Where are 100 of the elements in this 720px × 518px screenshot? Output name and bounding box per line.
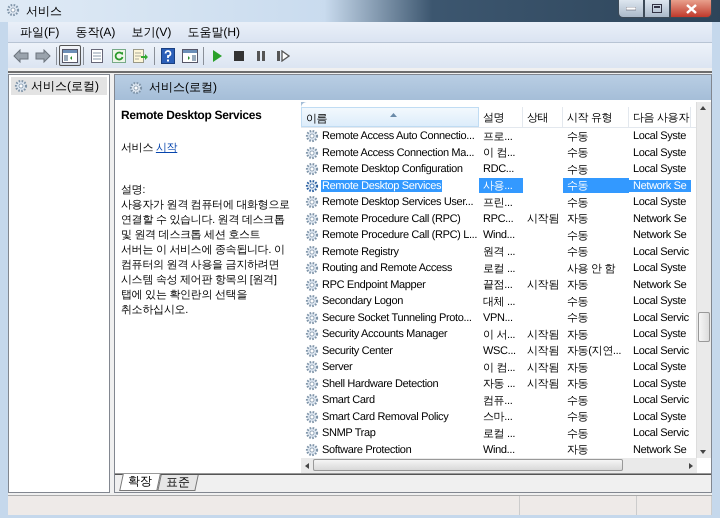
- table-cell-text: Network Se: [632, 212, 688, 225]
- service-row[interactable]: RPC Endpoint Mapper 끝점... 시작됨 자동 Network Se: [301, 276, 696, 293]
- gear-icon: [305, 146, 319, 160]
- table-cell: Remote Access Auto Connectio...: [321, 130, 476, 142]
- vertical-scrollbar[interactable]: [696, 102, 711, 458]
- gear-icon: [305, 129, 319, 144]
- table-cell: 수동: [563, 178, 629, 194]
- service-row[interactable]: Remote Registry 원격 ... 수동 Local Servic: [301, 244, 696, 260]
- column-header[interactable]: 다음 사용자: [629, 107, 691, 127]
- table-cell-text: 스마...: [482, 410, 514, 424]
- table-cell: Remote Procedure Call (RPC): [321, 212, 462, 225]
- table-cell-text: 수동: [566, 228, 590, 243]
- service-row[interactable]: Remote Desktop Configuration RDC... 수동 Local Syste: [301, 161, 696, 178]
- gear-icon: [6, 2, 20, 16]
- table-cell: Shell Hardware Detection: [321, 378, 440, 390]
- list-icon[interactable]: [90, 48, 104, 62]
- table-cell-text: 시작됨: [526, 212, 560, 226]
- view-tab[interactable]: 확장: [119, 474, 161, 491]
- table-cell: Network Se: [629, 180, 691, 192]
- close-button[interactable]: [670, 0, 712, 18]
- column-header[interactable]: 상태: [523, 107, 563, 127]
- table-cell: Remote Access Connection Ma...: [321, 146, 476, 159]
- service-row[interactable]: Remote Procedure Call (RPC) RPC... 시작됨 자동 Network Se: [301, 210, 696, 227]
- tree-toggle-icon[interactable]: [62, 48, 78, 62]
- scrollbar-thumb[interactable]: [698, 312, 710, 342]
- table-cell-text: 이 서...: [482, 328, 516, 342]
- service-row[interactable]: Secondary Logon 대체 ... 수동 Local Syste: [301, 293, 696, 310]
- minimize-button[interactable]: [618, 0, 644, 18]
- window-title: 서비스: [26, 2, 62, 20]
- gear-icon: [305, 344, 319, 358]
- forward-arrow-icon[interactable]: [35, 48, 51, 62]
- service-row[interactable]: Remote Access Auto Connectio... 프로... 수동 Local Syste: [301, 128, 696, 144]
- gear-icon: [305, 310, 319, 325]
- maximize-icon: [652, 4, 662, 13]
- table-cell: RPC Endpoint Mapper: [321, 278, 426, 291]
- menu-item[interactable]: 파일(F): [12, 24, 68, 40]
- stop-icon[interactable]: [233, 50, 245, 62]
- service-row[interactable]: Server 이 컴... 시작됨 자동 Local Syste: [301, 359, 696, 376]
- gear-icon: [305, 212, 319, 226]
- gear-icon: [305, 195, 319, 210]
- table-cell-text: 로컬 ...: [482, 426, 516, 441]
- table-cell-text: Local Syste: [632, 410, 688, 423]
- table-cell: Remote Desktop Configuration: [321, 163, 464, 176]
- restart-icon[interactable]: [276, 50, 290, 62]
- service-row[interactable]: Routing and Remote Access 로컬 ... 사용 안 함 Local Syste: [301, 260, 696, 276]
- table-cell-text: Local Syste: [632, 378, 688, 390]
- play-icon[interactable]: [211, 48, 223, 62]
- horizontal-scrollbar[interactable]: [301, 458, 697, 473]
- table-cell: Software Protection: [321, 444, 412, 456]
- service-row[interactable]: Shell Hardware Detection 자동 ... 시작됨 자동 Local Syste: [301, 376, 696, 392]
- gear-icon: [14, 79, 28, 93]
- service-row[interactable]: Security Accounts Manager 이 서... 시작됨 자동 Local Syste: [301, 326, 696, 342]
- service-row[interactable]: Smart Card 컴퓨... 수동 Local Servic: [301, 392, 696, 408]
- table-cell-text: 수동: [566, 146, 590, 160]
- help-icon[interactable]: [161, 48, 175, 64]
- table-cell: Secure Socket Tunneling Proto...: [321, 312, 473, 324]
- maximize-button[interactable]: [644, 0, 670, 18]
- view-tab[interactable]: 표준: [157, 475, 199, 491]
- service-row[interactable]: Remote Desktop Services User... 프린... 수동 Local Syste: [301, 194, 696, 210]
- column-header[interactable]: 시작 유형: [563, 107, 629, 127]
- properties-pane-icon[interactable]: [182, 48, 198, 62]
- table-cell-text: Local Syste: [632, 146, 688, 159]
- service-row[interactable]: Software Protection Wind... 자동 Network Se: [301, 442, 696, 458]
- service-row[interactable]: SNMP Trap 로컬 ... 수동 Local Servic: [301, 425, 696, 442]
- column-header[interactable]: 이름: [301, 107, 479, 127]
- table-cell-text: 끝점...: [482, 278, 514, 292]
- service-row[interactable]: Security Center WSC... 시작됨 자동(지연... Local Servic: [301, 342, 696, 359]
- table-cell-text: RDC...: [482, 163, 515, 176]
- service-row[interactable]: Smart Card Removal Policy 스마... 수동 Local Syste: [301, 408, 696, 425]
- table-cell-text: 수동: [566, 426, 590, 441]
- panel-title: 서비스(로컬): [149, 79, 217, 96]
- export-icon[interactable]: [133, 48, 149, 62]
- table-cell-text: 프로...: [482, 130, 514, 144]
- service-row[interactable]: Remote Procedure Call (RPC) L... Wind... 수동 Network Se: [301, 227, 696, 244]
- start-link[interactable]: 시작: [156, 142, 178, 154]
- table-cell-text: 시작됨: [526, 344, 560, 358]
- scrollbar-thumb[interactable]: [313, 459, 623, 471]
- table-cell-text: 자동: [566, 278, 590, 292]
- gear-icon: [305, 410, 319, 424]
- table-cell-text: 원격 ...: [482, 245, 516, 260]
- gear-icon: [305, 278, 319, 292]
- close-icon: [686, 4, 696, 14]
- table-cell-text: 자동: [566, 377, 590, 392]
- gear-icon: [305, 376, 319, 391]
- service-row[interactable]: Remote Access Connection Ma... 이 컴... 수동 Local Syste: [301, 144, 696, 161]
- refresh-icon[interactable]: [112, 48, 126, 62]
- table-cell-text: Local Servic: [632, 246, 690, 258]
- service-title: Remote Desktop Services: [121, 108, 262, 122]
- menu-item[interactable]: 보기(V): [123, 24, 180, 40]
- table-cell-text: Local Syste: [632, 130, 688, 142]
- menu-item[interactable]: 동작(A): [67, 24, 124, 40]
- minimize-icon: [626, 6, 636, 10]
- menu-item[interactable]: 도움말(H): [179, 24, 248, 40]
- column-header[interactable]: 설명: [479, 107, 523, 127]
- table-cell-text: Local Syste: [632, 295, 688, 308]
- tree-item[interactable]: 서비스(로컬): [11, 77, 107, 95]
- pause-icon[interactable]: [255, 50, 267, 62]
- service-row[interactable]: Secure Socket Tunneling Proto... VPN... 수동 Local Servic: [301, 310, 696, 326]
- table-cell: Remote Registry: [321, 246, 400, 258]
- back-arrow-icon[interactable]: [13, 48, 29, 62]
